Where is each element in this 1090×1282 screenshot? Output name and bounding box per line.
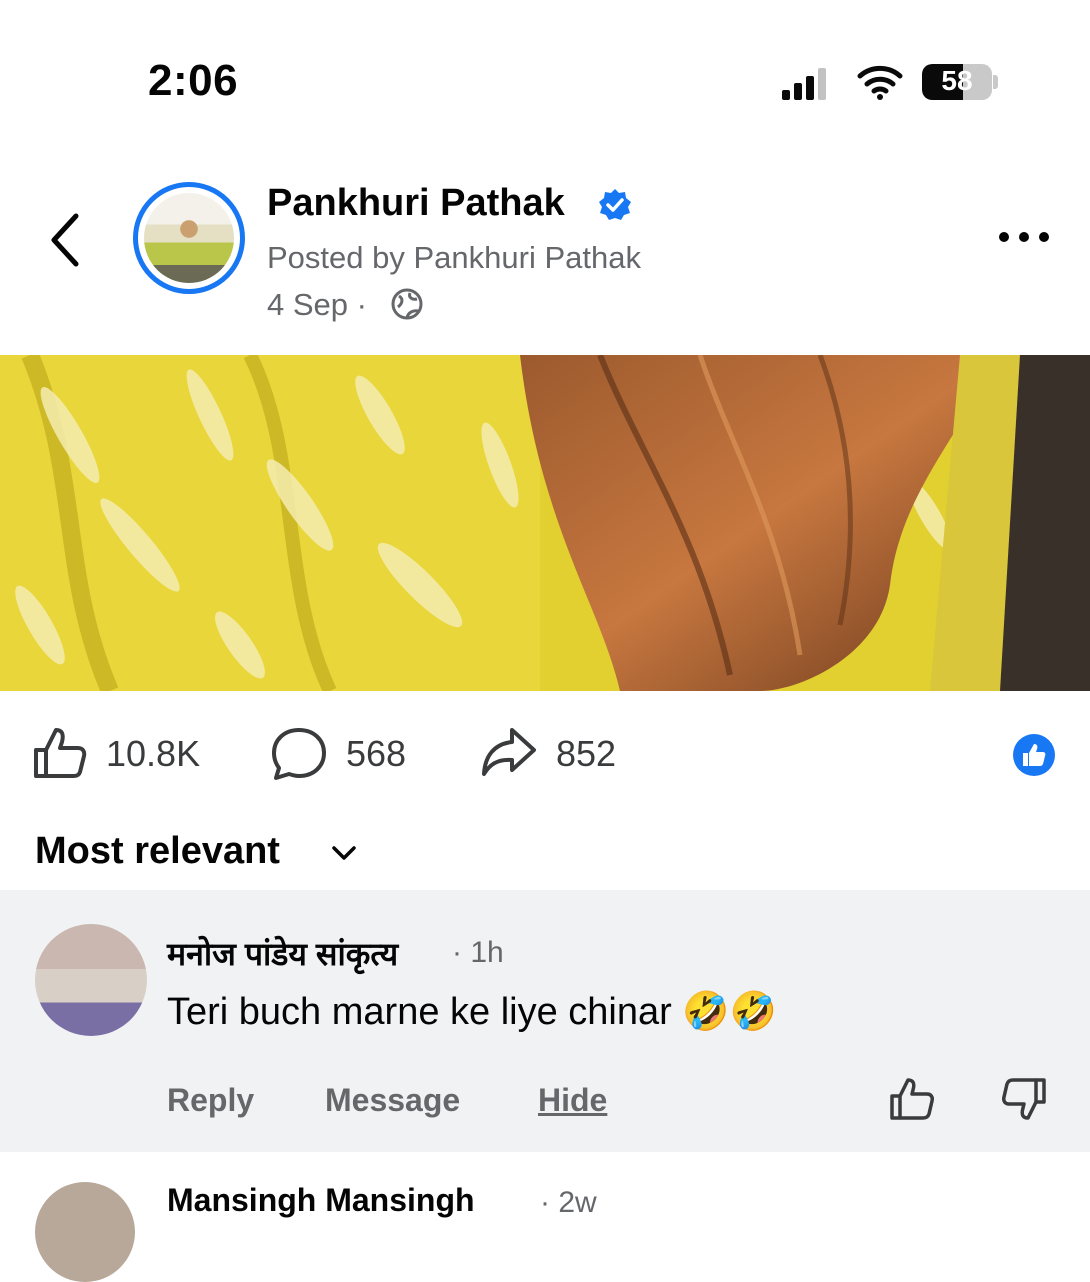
back-arrow-icon[interactable] bbox=[44, 210, 84, 270]
comment-count[interactable]: 568 bbox=[346, 733, 406, 775]
globe-icon bbox=[391, 288, 423, 320]
comment-time: · 2w bbox=[540, 1186, 597, 1219]
wifi-icon bbox=[857, 65, 903, 100]
cellular-signal-icon bbox=[782, 68, 826, 100]
more-options-icon[interactable] bbox=[996, 222, 1052, 252]
hide-button[interactable]: Hide bbox=[538, 1082, 607, 1119]
message-button[interactable]: Message bbox=[325, 1082, 460, 1119]
status-time: 2:06 bbox=[148, 56, 239, 105]
post-video-frame bbox=[0, 355, 1090, 691]
battery-cap bbox=[993, 75, 998, 89]
comment-author[interactable]: Mansingh Mansingh bbox=[167, 1182, 475, 1219]
reply-button[interactable]: Reply bbox=[167, 1082, 254, 1119]
share-count[interactable]: 852 bbox=[556, 733, 616, 775]
chevron-down-icon[interactable] bbox=[330, 842, 358, 864]
upvote-icon[interactable] bbox=[888, 1076, 936, 1122]
post-video[interactable] bbox=[0, 355, 1090, 691]
battery-percent: 58 bbox=[941, 65, 973, 96]
comment-author[interactable]: मनोज पांडेय सांकृत्य bbox=[167, 932, 398, 975]
comment-time: · 1h bbox=[452, 936, 504, 969]
posted-by-label: Posted by Pankhuri Pathak bbox=[267, 240, 641, 275]
like-count[interactable]: 10.8K bbox=[106, 733, 200, 775]
page-avatar[interactable] bbox=[133, 182, 245, 294]
battery-icon: 58 bbox=[922, 64, 992, 100]
downvote-icon[interactable] bbox=[1000, 1076, 1048, 1122]
verified-badge-icon bbox=[599, 189, 631, 220]
post-date: 4 Sep · bbox=[267, 287, 367, 322]
like-reaction-icon[interactable] bbox=[1012, 733, 1056, 777]
commenter-avatar[interactable] bbox=[35, 1182, 135, 1282]
page-avatar-image bbox=[144, 193, 234, 283]
share-icon[interactable] bbox=[480, 726, 538, 778]
comment-sort-dropdown[interactable]: Most relevant bbox=[35, 830, 280, 873]
commenter-avatar[interactable] bbox=[35, 924, 147, 1036]
like-icon[interactable] bbox=[32, 726, 88, 780]
comment-icon[interactable] bbox=[270, 726, 328, 782]
page-name[interactable]: Pankhuri Pathak bbox=[267, 182, 565, 225]
comment-text: Teri buch marne ke liye chinar 🤣🤣 bbox=[167, 991, 777, 1033]
